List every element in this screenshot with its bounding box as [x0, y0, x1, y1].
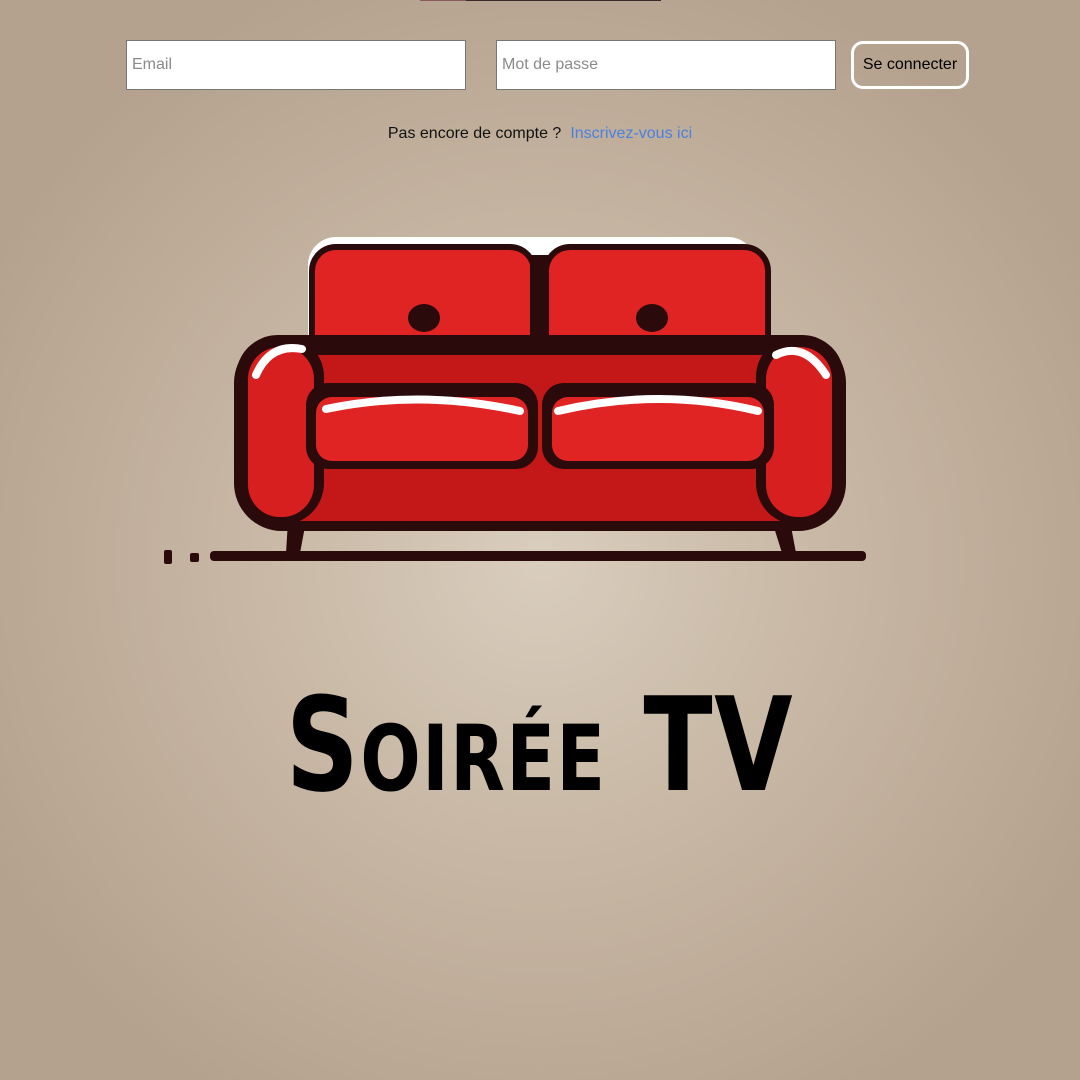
brand-title: Soirée TV — [285, 669, 795, 821]
sofa-button-left — [408, 304, 440, 332]
sofa-leg-left — [286, 521, 306, 553]
red-sofa-icon — [164, 237, 866, 564]
signup-prompt: Pas encore de compte ? Inscrivez-vous ici — [0, 124, 1080, 144]
signup-link[interactable]: Inscrivez-vous ici — [570, 125, 692, 142]
signup-prompt-text: Pas encore de compte ? — [387, 125, 562, 142]
sofa-button-right — [636, 304, 668, 332]
password-input[interactable] — [496, 40, 836, 90]
top-edge-bar — [420, 0, 661, 1]
sofa-floor-line — [210, 551, 866, 561]
login-button[interactable]: Se connecter — [851, 41, 969, 89]
email-input[interactable] — [126, 40, 466, 90]
